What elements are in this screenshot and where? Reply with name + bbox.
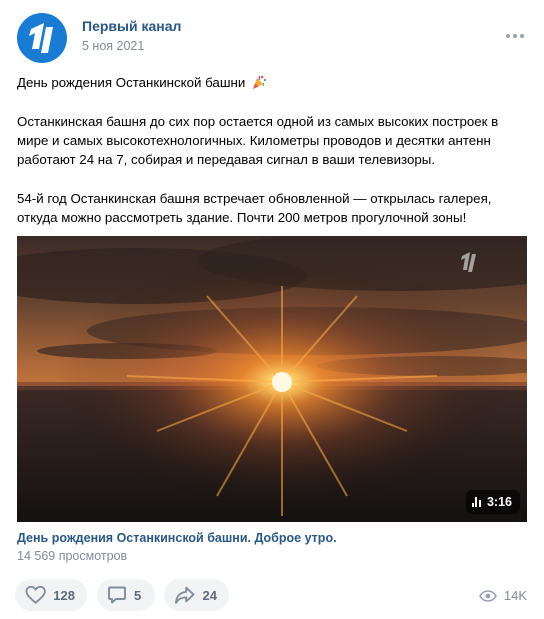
post-title-text: День рождения Останкинской башни	[17, 75, 246, 90]
party-popper-icon	[251, 74, 267, 95]
post-paragraph-1: Останкинская башня до сих пор остается о…	[17, 114, 499, 167]
video-duration-badge: 3:16	[465, 490, 520, 514]
comment-button[interactable]: 5	[97, 579, 155, 611]
video-thumbnail	[17, 236, 527, 522]
post-date[interactable]: 5 ноя 2021	[82, 39, 144, 53]
comment-count: 5	[134, 587, 142, 603]
post-title-line: День рождения Останкинской башни	[17, 73, 527, 95]
eye-icon	[478, 589, 497, 602]
post-views: 14K	[478, 588, 527, 603]
video-title-link[interactable]: День рождения Останкинской башни. Доброе…	[17, 531, 337, 545]
more-dots-icon[interactable]	[506, 33, 524, 39]
like-count: 128	[53, 587, 75, 603]
comment-icon	[108, 586, 126, 604]
heart-icon	[25, 585, 46, 604]
views-count: 14K	[503, 588, 527, 603]
video-duration: 3:16	[486, 495, 512, 509]
share-count: 24	[202, 587, 217, 603]
share-arrow-icon	[175, 586, 195, 604]
video-views: 14 569 просмотров	[17, 549, 128, 563]
channel-watermark-icon	[461, 252, 476, 272]
author-name[interactable]: Первый канал	[82, 18, 181, 34]
channel-one-logo-icon	[29, 23, 53, 53]
bars-icon	[471, 497, 481, 507]
share-button[interactable]: 24	[164, 579, 229, 611]
video-player[interactable]: 3:16	[17, 236, 527, 522]
channel-avatar[interactable]	[17, 13, 67, 63]
post-paragraph-2: 54-й год Останкинская башня встречает об…	[17, 191, 492, 225]
like-button[interactable]: 128	[15, 579, 87, 611]
post-card: Первый канал 5 ноя 2021 День рождения Ос…	[0, 0, 544, 619]
